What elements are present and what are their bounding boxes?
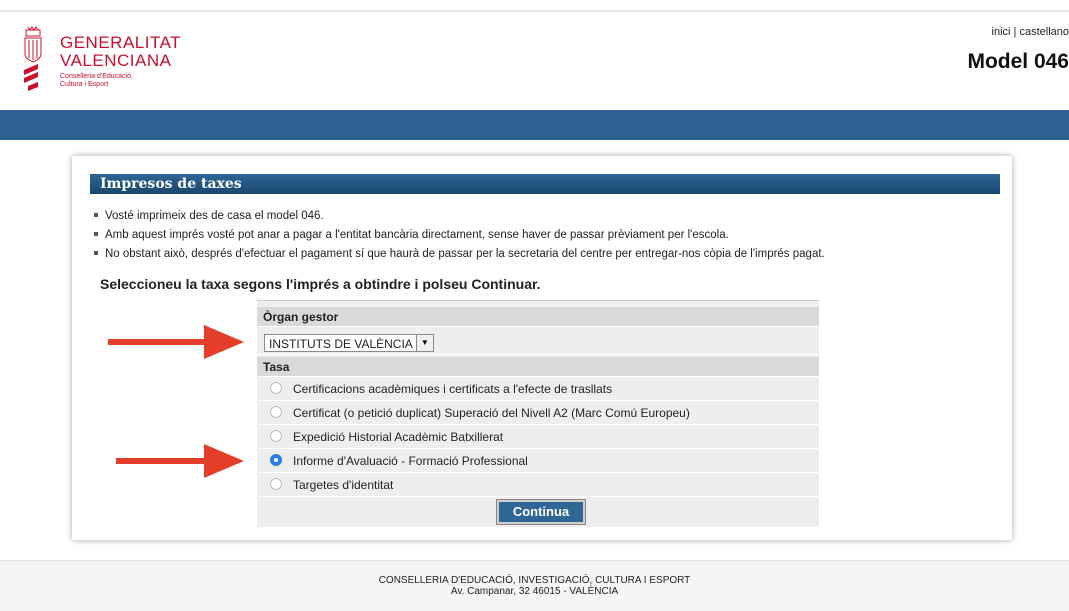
site-header: GENERALITAT VALENCIANA Conselleria d'Edu…: [0, 12, 1069, 110]
tasa-option-label[interactable]: Targetes d'identitat: [293, 478, 393, 492]
tasa-option[interactable]: Expedició Historial Acadèmic Batxillerat: [257, 425, 819, 449]
list-item: Amb aquest imprés vosté pot anar a pagar…: [94, 226, 825, 245]
instruction-text: Seleccioneu la taxa segons l'imprés a ob…: [100, 276, 541, 292]
coat-of-arms-icon: [24, 26, 42, 91]
arrow-right-icon: [108, 325, 244, 359]
language-link[interactable]: castellano: [1019, 26, 1069, 38]
logo-text: GENERALITAT VALENCIANA Conselleria d'Edu…: [60, 34, 181, 89]
footer-line1: CONSELLERIA D'EDUCACIÓ, INVESTIGACIÓ, CU…: [378, 575, 691, 586]
tasa-option[interactable]: Certificacions acadèmiques i certificats…: [257, 377, 819, 401]
list-item-text: Vosté imprimeix des de casa el model 046…: [105, 210, 324, 222]
bullet-icon: [94, 231, 98, 236]
list-item: Vosté imprimeix des de casa el model 046…: [94, 207, 825, 226]
tasa-option[interactable]: Informe d'Avaluació - Formació Professio…: [257, 449, 819, 473]
logo-line3: Conselleria d'Educació,: [60, 73, 133, 80]
list-item: No obstant això, després d'efectuar el p…: [94, 245, 825, 264]
site-footer: CONSELLERIA D'EDUCACIÓ, INVESTIGACIÓ, CU…: [0, 560, 1069, 611]
tasa-option-label[interactable]: Certificacions acadèmiques i certificats…: [293, 382, 612, 396]
radio-button[interactable]: [270, 478, 282, 490]
radio-button-selected[interactable]: [270, 454, 282, 466]
radio-button[interactable]: [270, 406, 282, 418]
tasa-option[interactable]: Certificat (o petició duplicat) Superaci…: [257, 401, 819, 425]
tasa-option[interactable]: Targetes d'identitat: [257, 473, 819, 497]
list-item-text: Amb aquest imprés vosté pot anar a pagar…: [105, 229, 729, 241]
arrow-right-icon: [116, 444, 244, 478]
home-link[interactable]: inici: [992, 26, 1011, 38]
organ-select-value: INSTITUTS DE VALÈNCIA: [269, 337, 413, 351]
generalitat-logo[interactable]: GENERALITAT VALENCIANA Conselleria d'Edu…: [22, 26, 181, 111]
tasa-option-label[interactable]: Informe d'Avaluació - Formació Professio…: [293, 454, 528, 468]
logo-line4: Cultura i Esport: [60, 81, 109, 88]
bullet-icon: [94, 250, 98, 255]
bullet-icon: [94, 212, 98, 217]
chevron-down-icon[interactable]: ▼: [415, 335, 433, 351]
logo-line1: GENERALITAT: [60, 33, 182, 52]
tasa-header: Tasa: [257, 357, 819, 377]
list-item-text: No obstant això, després d'efectuar el p…: [105, 248, 825, 260]
logo-line2: VALENCIANA: [60, 51, 172, 70]
section-title: Impresos de taxes: [90, 174, 1000, 194]
tasa-option-label[interactable]: Certificat (o petició duplicat) Superaci…: [293, 406, 690, 420]
model-title: Model 046: [967, 50, 1069, 73]
organ-select[interactable]: INSTITUTS DE VALÈNCIA ▼: [264, 334, 434, 352]
tasa-option-label[interactable]: Expedició Historial Acadèmic Batxillerat: [293, 430, 503, 444]
footer-line2: Av. Campanar, 32 46015 - VALÈNCIA: [450, 586, 619, 597]
tax-form: Òrgan gestor INSTITUTS DE VALÈNCIA ▼ Tas…: [257, 300, 819, 527]
top-links: inici | castellano: [992, 26, 1069, 38]
info-list: Vosté imprimeix des de casa el model 046…: [94, 207, 825, 264]
radio-button[interactable]: [270, 382, 282, 394]
organ-header: Òrgan gestor: [257, 307, 819, 327]
radio-button[interactable]: [270, 430, 282, 442]
nav-bar: [0, 110, 1069, 140]
continue-button[interactable]: Continua: [497, 500, 585, 524]
